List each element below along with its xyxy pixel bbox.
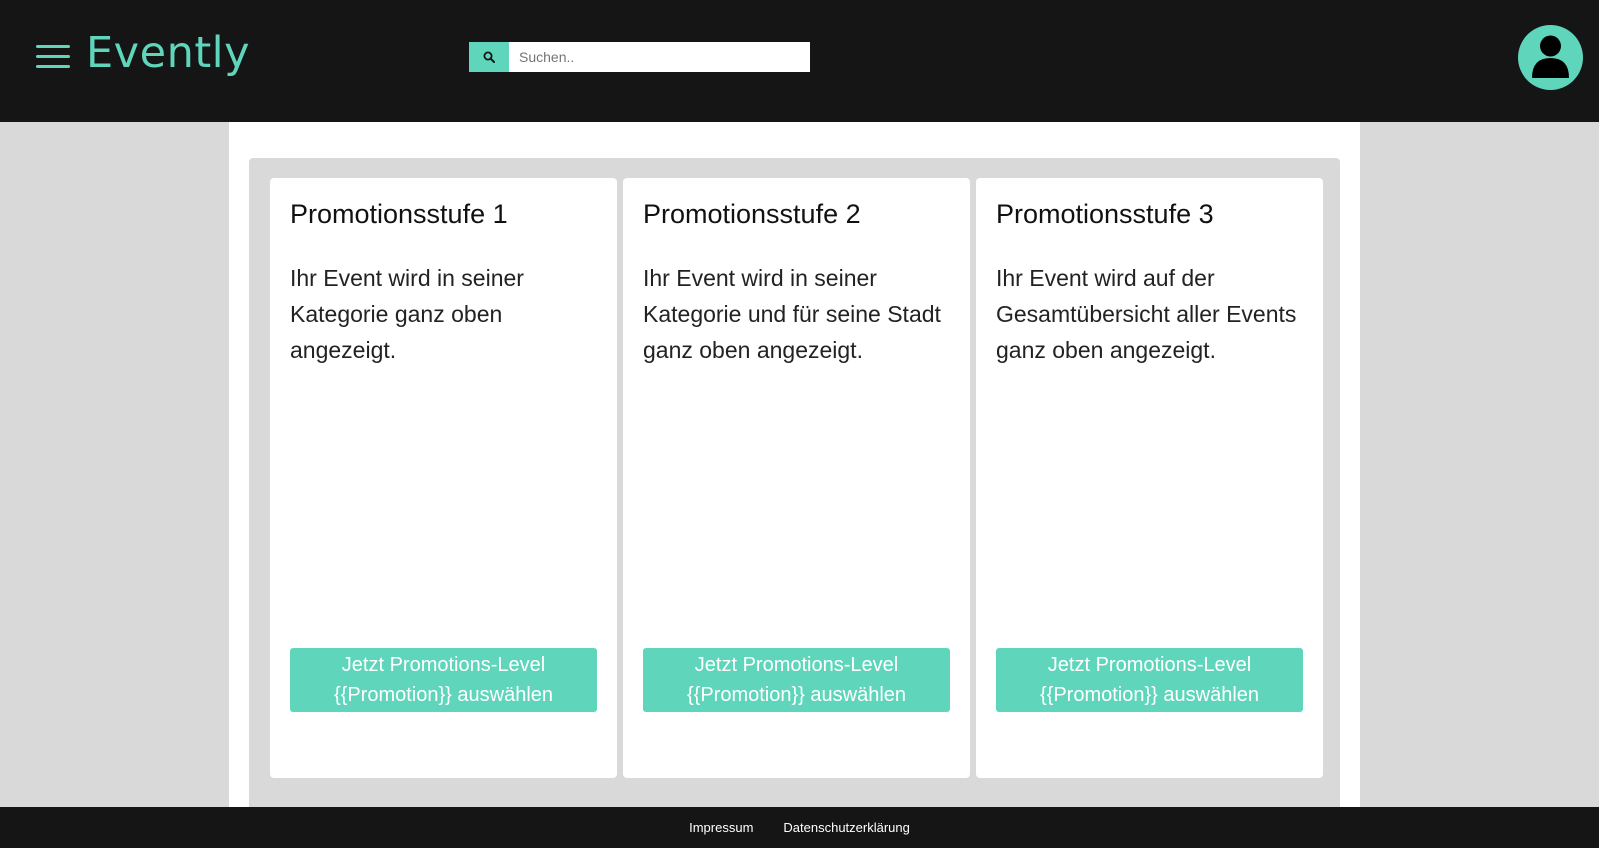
page-footer: Impressum Datenschutzerklärung <box>0 807 1599 848</box>
hamburger-menu-icon[interactable] <box>36 45 70 69</box>
footer-link-datenschutz[interactable]: Datenschutzerklärung <box>783 820 909 835</box>
select-promotion-button[interactable]: Jetzt Promotions-Level {{Promotion}} aus… <box>643 648 950 712</box>
search-button[interactable] <box>469 42 509 72</box>
top-header: Evently <box>0 0 1599 122</box>
select-promotion-button[interactable]: Jetzt Promotions-Level {{Promotion}} aus… <box>996 648 1303 712</box>
select-promotion-button[interactable]: Jetzt Promotions-Level {{Promotion}} aus… <box>290 648 597 712</box>
promotion-card-1: Promotionsstufe 1 Ihr Event wird in sein… <box>270 178 617 778</box>
search-input[interactable] <box>509 42 810 72</box>
search-icon <box>483 51 495 63</box>
promotion-description: Ihr Event wird auf der Gesamtübersicht a… <box>996 265 1297 363</box>
search-bar <box>469 42 810 72</box>
user-avatar-icon <box>1532 35 1569 78</box>
promotion-title: Promotionsstufe 2 <box>643 199 861 229</box>
promotion-title: Promotionsstufe 1 <box>290 199 508 229</box>
promotion-description: Ihr Event wird in seiner Kategorie und f… <box>643 265 941 363</box>
promotion-title: Promotionsstufe 3 <box>996 199 1214 229</box>
promotion-description: Ihr Event wird in seiner Kategorie ganz … <box>290 265 524 363</box>
brand-logo[interactable]: Evently <box>86 26 250 80</box>
user-avatar-button[interactable] <box>1518 25 1583 90</box>
promotion-card-3: Promotionsstufe 3 Ihr Event wird auf der… <box>976 178 1323 778</box>
promotion-card-2: Promotionsstufe 2 Ihr Event wird in sein… <box>623 178 970 778</box>
footer-link-impressum[interactable]: Impressum <box>689 820 753 835</box>
